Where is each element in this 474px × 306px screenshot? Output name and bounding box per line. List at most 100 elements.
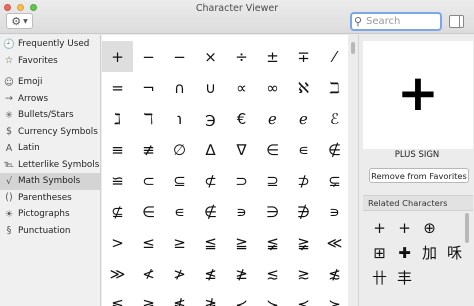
detail-scroll-thumb[interactable] xyxy=(465,213,469,243)
related-character-cell[interactable]: 加 xyxy=(417,240,442,265)
character-cell[interactable]: ≷ xyxy=(133,289,164,306)
character-cell[interactable]: ∉ xyxy=(195,196,226,227)
character-cell[interactable]: − xyxy=(164,41,195,72)
sidebar-item-arrows[interactable]: → Arrows xyxy=(0,91,100,108)
character-cell[interactable]: ∉ xyxy=(319,134,348,165)
character-cell[interactable]: ≮ xyxy=(133,258,164,289)
character-cell[interactable]: ∌ xyxy=(288,196,319,227)
character-cell[interactable]: ⊅ xyxy=(288,165,319,196)
character-cell[interactable]: ⊆ xyxy=(164,165,195,196)
sidebar-item-bullets-stars[interactable]: ✳ Bullets/Stars xyxy=(0,107,100,124)
character-cell[interactable]: ≴ xyxy=(319,258,348,289)
related-character-cell[interactable]: 丰 xyxy=(392,265,417,290)
sidebar-item-letterlike-symbols[interactable]: ℡ Letterlike Symbols xyxy=(0,157,100,174)
action-menu-button[interactable]: ⚙ ▼ xyxy=(6,13,33,29)
search-input[interactable] xyxy=(366,16,438,27)
character-cell[interactable]: ≶ xyxy=(102,289,133,306)
related-character-cell[interactable]: + xyxy=(392,215,417,240)
character-cell[interactable]: ¬ xyxy=(133,72,164,103)
character-cell[interactable]: ∈ xyxy=(133,196,164,227)
related-character-cell[interactable] xyxy=(442,265,467,290)
character-cell[interactable]: ≩ xyxy=(288,227,319,258)
character-cell[interactable]: ∅ xyxy=(164,134,195,165)
character-cell[interactable]: ℷ xyxy=(102,103,133,134)
character-cell[interactable]: ℵ xyxy=(288,72,319,103)
character-cell[interactable]: ∓ xyxy=(288,41,319,72)
character-cell[interactable]: ± xyxy=(257,41,288,72)
character-cell[interactable]: ≽ xyxy=(319,289,348,306)
character-cell[interactable]: + xyxy=(102,41,133,72)
character-cell[interactable]: ∊ xyxy=(288,134,319,165)
character-cell[interactable]: ⊈ xyxy=(102,196,133,227)
character-cell[interactable]: ∊ xyxy=(164,196,195,227)
related-character-cell[interactable]: 咊 xyxy=(442,240,467,265)
character-cell[interactable]: ≦ xyxy=(195,227,226,258)
character-cell[interactable]: ∝ xyxy=(226,72,257,103)
character-cell[interactable]: ≳ xyxy=(288,258,319,289)
related-character-cell[interactable] xyxy=(417,265,442,290)
character-cell[interactable]: ℯ xyxy=(288,103,319,134)
character-cell[interactable]: ∍ xyxy=(319,196,348,227)
related-character-cell[interactable]: + xyxy=(367,215,392,240)
sidebar-item-math-symbols[interactable]: √ Math Symbols xyxy=(0,173,100,190)
character-cell[interactable]: ≰ xyxy=(195,258,226,289)
related-character-cell[interactable]: ⊞ xyxy=(367,240,392,265)
character-cell[interactable]: ⁄ xyxy=(319,41,348,72)
character-cell[interactable]: ℈ xyxy=(195,103,226,134)
character-cell[interactable]: ≲ xyxy=(257,258,288,289)
character-cell[interactable]: ∩ xyxy=(164,72,195,103)
character-cell[interactable]: ⊃ xyxy=(226,165,257,196)
character-cell[interactable]: ≯ xyxy=(164,258,195,289)
remove-from-favorites-button[interactable]: Remove from Favorites xyxy=(369,168,469,183)
search-field[interactable]: ⚲ xyxy=(350,12,442,31)
character-cell[interactable]: ∆ xyxy=(195,134,226,165)
character-cell[interactable]: ⊇ xyxy=(257,165,288,196)
character-cell[interactable]: ∞ xyxy=(257,72,288,103)
character-cell[interactable]: ≌ xyxy=(102,165,133,196)
related-character-cell[interactable] xyxy=(442,215,467,240)
character-cell[interactable]: ≨ xyxy=(257,227,288,258)
related-character-cell[interactable]: ⊕ xyxy=(417,215,442,240)
character-cell[interactable]: ÷ xyxy=(226,41,257,72)
sidebar-toggle-button[interactable] xyxy=(449,15,464,28)
character-cell[interactable]: ≧ xyxy=(226,227,257,258)
sidebar-item-parentheses[interactable]: () Parentheses xyxy=(0,190,100,207)
character-cell[interactable]: ≼ xyxy=(288,289,319,306)
character-cell[interactable]: ≱ xyxy=(226,258,257,289)
character-cell[interactable]: = xyxy=(102,72,133,103)
character-cell[interactable]: ∇ xyxy=(226,134,257,165)
character-cell[interactable]: ≫ xyxy=(102,258,133,289)
character-cell[interactable]: ∈ xyxy=(257,134,288,165)
character-cell[interactable]: ℸ xyxy=(133,103,164,134)
character-cell[interactable]: ≥ xyxy=(164,227,195,258)
related-character-cell[interactable]: ✚ xyxy=(392,240,417,265)
sidebar-item-emoji[interactable]: ☺ Emoji xyxy=(0,74,100,91)
sidebar-item-punctuation[interactable]: § Punctuation xyxy=(0,223,100,240)
character-cell[interactable]: ⊂ xyxy=(133,165,164,196)
character-cell[interactable]: ℶ xyxy=(319,72,348,103)
character-cell[interactable]: ≺ xyxy=(226,289,257,306)
character-cell[interactable]: ⊄ xyxy=(195,165,226,196)
character-cell[interactable]: − xyxy=(133,41,164,72)
character-cell[interactable]: ℰ xyxy=(319,103,348,134)
sidebar-item-latin[interactable]: A Latin xyxy=(0,140,100,157)
sidebar-item-pictographs[interactable]: ☀ Pictographs xyxy=(0,206,100,223)
character-cell[interactable]: ≹ xyxy=(195,289,226,306)
related-character-cell[interactable]: 卄 xyxy=(367,265,392,290)
character-cell[interactable]: € xyxy=(226,103,257,134)
character-cell[interactable]: ∪ xyxy=(195,72,226,103)
character-cell[interactable]: ⊊ xyxy=(319,165,348,196)
character-cell[interactable]: ℯ xyxy=(257,103,288,134)
character-cell[interactable]: ≪ xyxy=(319,227,348,258)
sidebar-item-favorites[interactable]: ☆ Favorites xyxy=(0,53,100,70)
character-cell[interactable]: > xyxy=(102,227,133,258)
character-cell[interactable]: ∋ xyxy=(257,196,288,227)
character-cell[interactable]: ℩ xyxy=(164,103,195,134)
character-cell[interactable]: × xyxy=(195,41,226,72)
sidebar-item-currency-symbols[interactable]: $ Currency Symbols xyxy=(0,124,100,141)
grid-scroll-thumb[interactable] xyxy=(351,42,355,54)
grid-scrollbar[interactable] xyxy=(350,38,356,304)
character-cell[interactable]: ≡ xyxy=(102,134,133,165)
character-cell[interactable]: ≢ xyxy=(133,134,164,165)
character-cell[interactable]: ≸ xyxy=(164,289,195,306)
